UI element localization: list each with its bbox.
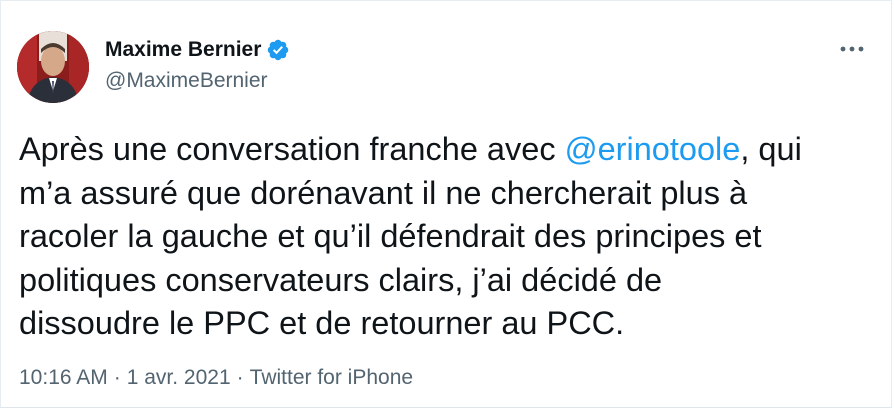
more-options-icon <box>840 46 864 52</box>
mention-link[interactable]: @erinotoole <box>565 131 741 167</box>
meta-separator: · <box>113 366 121 389</box>
tweet-time[interactable]: 10:16 AM <box>19 365 108 391</box>
tweet-card: Maxime Bernier @MaximeBernier Après une … <box>0 0 892 408</box>
avatar[interactable] <box>17 31 89 103</box>
author-name-row: Maxime Bernier <box>105 37 290 63</box>
more-options-button[interactable] <box>837 37 867 61</box>
tweet-text-part: Après une conversation franche avec <box>19 131 565 167</box>
tweet-date[interactable]: 1 avr. 2021 <box>127 365 231 391</box>
meta-separator: · <box>236 366 244 389</box>
tweet-source[interactable]: Twitter for iPhone <box>250 365 413 391</box>
author-handle[interactable]: @MaximeBernier <box>105 68 268 94</box>
verified-badge-icon <box>266 38 290 62</box>
tweet-meta: 10:16 AM · 1 avr. 2021 · Twitter for iPh… <box>19 365 413 391</box>
author-display-name[interactable]: Maxime Bernier <box>105 37 261 63</box>
tweet-text: Après une conversation franche avec @eri… <box>19 128 879 346</box>
